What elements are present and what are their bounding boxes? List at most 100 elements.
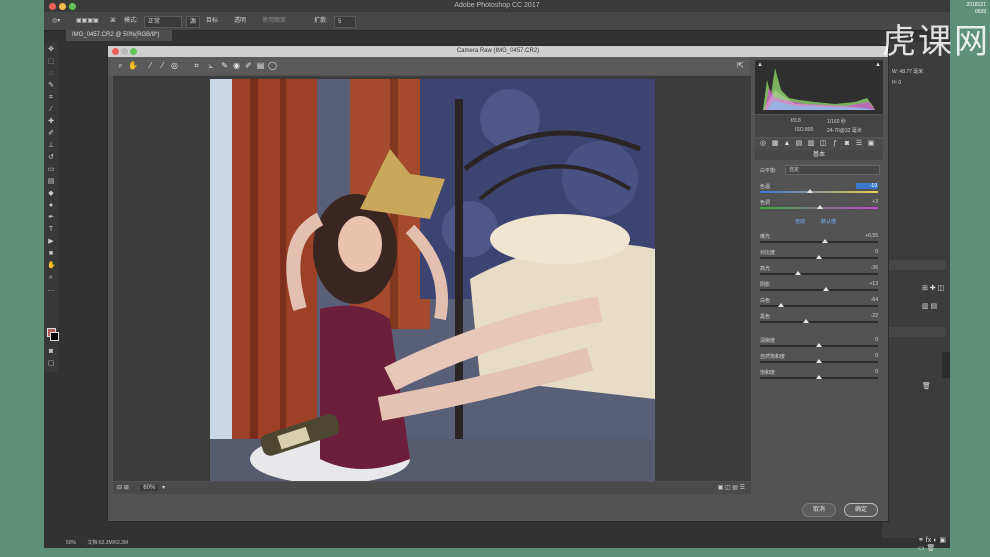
dialog-close-icon[interactable] (112, 48, 119, 55)
move-tool-icon[interactable]: ✥ (47, 46, 55, 54)
slider-thumb[interactable] (816, 255, 822, 259)
target-adjust-icon[interactable]: ◎ (170, 61, 179, 70)
cancel-button[interactable]: 取消 (802, 503, 836, 517)
slider-track[interactable] (760, 273, 878, 275)
type-tool-icon[interactable]: T (47, 226, 55, 234)
trash-icon[interactable]: 🗑 (922, 382, 931, 390)
tab-tone-curve-icon[interactable]: ▦ (771, 140, 779, 148)
slider-track[interactable] (760, 321, 878, 323)
slider-row[interactable]: 自然饱和度 0 (760, 353, 878, 367)
background-color-swatch[interactable] (50, 332, 59, 341)
slider-track[interactable] (760, 191, 878, 193)
preview-mode-icons[interactable]: ▣ ◫ ▤ ☰ (718, 482, 745, 494)
path-select-icon[interactable]: ▶ (47, 238, 55, 246)
tab-camera-icon[interactable]: ◙ (843, 140, 851, 148)
tab-presets-icon[interactable]: ☰ (855, 140, 863, 148)
slider-row[interactable]: 曝光 +0.55 (760, 233, 878, 247)
slider-value[interactable]: 0 (858, 353, 878, 359)
gradient-tool-icon[interactable]: ▤ (47, 178, 55, 186)
layers-panel-header[interactable] (886, 260, 946, 270)
zoom-icon[interactable]: ⌕ (116, 61, 125, 70)
slider-value[interactable]: +3 (858, 199, 878, 205)
minimize-window-icon[interactable] (59, 3, 66, 10)
slider-thumb[interactable] (816, 343, 822, 347)
slider-value[interactable]: 0 (858, 337, 878, 343)
default-button[interactable]: 默认值 (821, 218, 836, 225)
tab-lens-icon[interactable]: ◫ (819, 140, 827, 148)
slider-value[interactable]: -64 (858, 297, 878, 303)
crop-icon[interactable]: ⌗ (192, 61, 201, 70)
document-tab[interactable]: IMG_0457.CR2 @ 50%(RGB/8*) (66, 30, 172, 41)
slider-value[interactable]: -22 (858, 313, 878, 319)
layer-options-icon[interactable]: ▥ ▤ (922, 302, 937, 310)
mode-select[interactable]: 正常 (144, 16, 182, 28)
slider-row[interactable]: 高光 -36 (760, 265, 878, 279)
hand-tool-icon[interactable]: ✋ (47, 262, 56, 270)
zoom-window-icon[interactable] (69, 3, 76, 10)
slider-row[interactable]: 黑色 -22 (760, 313, 878, 327)
zoom-level[interactable]: 60% (140, 485, 159, 491)
healing-tool-icon[interactable]: ✚ (47, 118, 55, 126)
dialog-minimize-icon[interactable] (121, 48, 128, 55)
ok-button[interactable]: 确定 (844, 503, 878, 517)
shadow-clip-icon[interactable]: ▲ (757, 62, 763, 68)
history-brush-icon[interactable]: ↺ (47, 154, 55, 162)
slider-track[interactable] (760, 241, 878, 243)
fullscreen-icon[interactable]: ⇱ (736, 61, 745, 70)
slider-thumb[interactable] (821, 239, 828, 243)
slider-value[interactable]: -36 (858, 265, 878, 271)
tab-snapshots-icon[interactable]: ▣ (867, 140, 875, 148)
slider-thumb[interactable] (803, 319, 810, 323)
stamp-tool-icon[interactable]: ⊥ (47, 142, 55, 150)
dodge-tool-icon[interactable]: ● (47, 202, 55, 210)
spot-removal-icon[interactable]: ✎ (220, 61, 229, 70)
slider-thumb[interactable] (806, 189, 813, 193)
brush-mode-icon[interactable]: ▣▣▣▣ (76, 16, 99, 26)
slider-thumb[interactable] (816, 359, 822, 363)
tab-split-toning-icon[interactable]: ▥ (807, 140, 815, 148)
tab-detail-icon[interactable]: ▲ (783, 140, 791, 148)
lock-icon[interactable]: ⊞ ✚ ◫ (922, 284, 944, 292)
adjustment-brush-icon[interactable]: ✐ (244, 61, 253, 70)
slider-thumb[interactable] (823, 287, 830, 291)
eraser-tool-icon[interactable]: ▭ (47, 166, 55, 174)
hand-icon[interactable]: ✋ (128, 61, 138, 70)
crop-tool-icon[interactable]: ⌗ (47, 94, 55, 102)
quick-select-tool-icon[interactable]: ✎ (47, 82, 55, 90)
channels-panel-header[interactable] (886, 327, 946, 337)
slider-row[interactable]: 色调 +3 (760, 199, 878, 213)
patch-icon[interactable]: ⌘ (110, 16, 116, 26)
eyedropper-tool-icon[interactable]: ⁄ (47, 106, 55, 114)
graduated-filter-icon[interactable]: ▤ (256, 61, 265, 70)
target-option[interactable]: 目标 (206, 16, 218, 26)
slider-row[interactable]: 色温 -19 (760, 183, 878, 197)
slider-row[interactable]: 白色 -64 (760, 297, 878, 311)
use-pattern-button[interactable]: 使用图案 (262, 16, 286, 26)
white-balance-icon[interactable]: ⁄ (146, 61, 155, 70)
layer-footer-icons[interactable]: ⚭ fx ◐ ▣ ▭ 🗑 (918, 536, 950, 552)
dialog-zoom-icon[interactable] (130, 48, 137, 55)
slider-value[interactable]: 0 (858, 249, 878, 255)
highlight-clip-icon[interactable]: ▲ (875, 62, 881, 68)
red-eye-icon[interactable]: ◉ (232, 61, 241, 70)
zoom-out-icon[interactable]: ⊟ ⊞ (117, 485, 129, 491)
slider-row[interactable]: 饱和度 0 (760, 369, 878, 383)
slider-thumb[interactable] (794, 271, 801, 275)
slider-row[interactable]: 清晰度 0 (760, 337, 878, 351)
source-option[interactable]: 源 (186, 16, 201, 28)
slider-value[interactable]: -19 (856, 183, 878, 189)
slider-row[interactable]: 阴影 +13 (760, 281, 878, 295)
auto-button[interactable]: 自动 (795, 218, 805, 225)
slider-value[interactable]: +0.55 (858, 233, 878, 239)
tab-hsl-icon[interactable]: ▤ (795, 140, 803, 148)
slider-value[interactable]: +13 (858, 281, 878, 287)
screen-mode-icon[interactable]: ▢ (47, 360, 55, 368)
tab-basic-icon[interactable]: ◎ (759, 140, 767, 148)
wb-select[interactable]: 自定 (785, 165, 880, 175)
blur-tool-icon[interactable]: ◆ (47, 190, 55, 198)
straighten-icon[interactable]: ⦣ (206, 61, 215, 70)
slider-track[interactable] (760, 289, 878, 291)
tool-preset-icon[interactable]: ◎▾ (52, 16, 60, 26)
tab-effects-icon[interactable]: ƒ (831, 140, 839, 148)
slider-thumb[interactable] (778, 303, 785, 307)
